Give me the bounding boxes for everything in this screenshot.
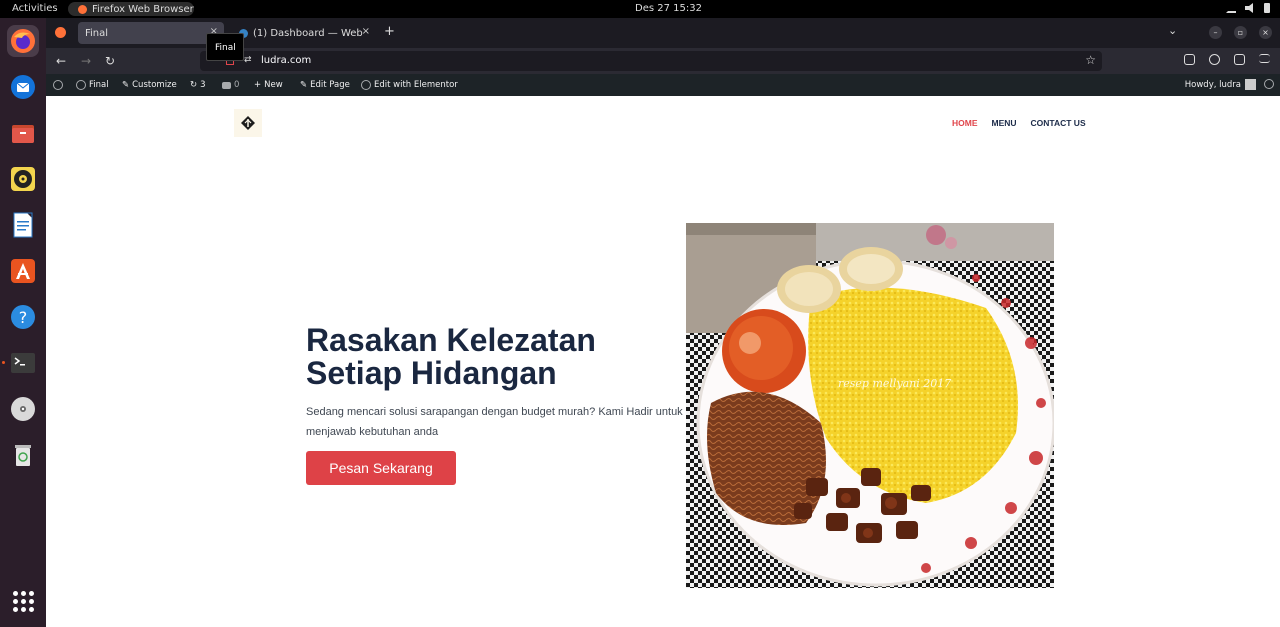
url-bar[interactable]: ⇄ ludra.com ☆ [200,51,1102,71]
app-menu[interactable]: Firefox Web Browser [68,2,194,16]
hero-title: Rasakan Kelezatan Setiap Hidangan [306,324,666,390]
running-indicator [2,361,5,364]
activities-button[interactable]: Activities [12,3,58,14]
updates-icon: ↻ [190,80,198,90]
restore-icon[interactable]: ▫ [1234,26,1247,39]
nav-contact-us[interactable]: CONTACT US [1031,118,1086,128]
tab-tooltip: Final [206,33,244,61]
dashboard-icon [76,80,86,90]
firefox-view-icon[interactable] [55,27,66,38]
files-icon[interactable] [7,117,39,149]
svg-text:?: ? [19,308,28,327]
avatar [1245,79,1256,90]
list-tabs-chevron-icon[interactable]: ⌄ [1168,24,1177,37]
hero-food-image: resep mellyani 2017 [686,223,1054,588]
wp-new[interactable]: + New [254,80,283,90]
toolbar-icons [1184,54,1270,65]
site-logo[interactable] [234,109,262,137]
hero-title-line2: Setiap Hidangan [306,355,557,391]
order-now-button[interactable]: Pesan Sekarang [306,451,456,485]
edit-elementor-label: Edit with Elementor [374,80,458,90]
trash-icon[interactable] [7,439,39,471]
reload-icon[interactable]: ↻ [105,54,115,68]
hero-subtitle: Sedang mencari solusi sarapangan dengan … [306,406,683,438]
app-name: Firefox Web Browser [92,3,194,15]
show-apps-icon[interactable] [13,591,34,612]
battery-icon[interactable] [1264,3,1270,13]
app-center-icon[interactable] [7,255,39,287]
volume-icon[interactable] [1245,3,1253,13]
tab-close-icon[interactable]: × [362,26,370,37]
hamburger-menu-icon[interactable] [1259,54,1270,63]
wp-customize[interactable]: ✎ Customize [122,80,177,90]
updates-count: 3 [200,80,206,90]
tab-label: (1) Dashboard — Webmi [253,27,363,39]
tab-label: Final [85,27,109,39]
edit-page-label: Edit Page [310,80,350,90]
back-icon[interactable]: ← [56,54,66,68]
comments-count: 0 [234,80,240,90]
pencil-icon: ✎ [300,80,308,90]
comment-icon [222,81,231,89]
nav-home[interactable]: HOME [952,118,978,128]
customize-label: Customize [132,80,177,90]
website-page: HOME MENU CONTACT US Rasakan Kelezatan S… [46,96,1280,627]
logo-mark-icon [241,116,255,130]
search-icon[interactable] [1264,79,1274,89]
window-controls: – ▫ × [1209,26,1272,39]
tab-dashboard[interactable]: (1) Dashboard — Webmi × [232,22,376,44]
new-tab-button[interactable]: + [384,24,395,39]
help-icon[interactable]: ? [7,301,39,333]
wp-my-account[interactable]: Howdy, ludra [1185,79,1256,90]
thunderbird-icon[interactable] [7,71,39,103]
close-window-icon[interactable]: × [1259,26,1272,39]
terminal-icon[interactable] [7,347,39,379]
site-name-label: Final [89,80,109,90]
bookmark-star-icon[interactable]: ☆ [1085,53,1096,67]
pocket-icon[interactable] [1184,54,1195,65]
firefox-small-icon [78,4,87,14]
forward-icon[interactable]: → [81,54,91,68]
howdy-label: Howdy, ludra [1184,79,1241,90]
plus-icon: + [254,80,262,90]
new-label: New [264,80,283,90]
wp-updates[interactable]: ↻ 3 [190,80,206,90]
main-nav: HOME MENU CONTACT US [952,118,1086,128]
wordpress-logo-icon[interactable] [53,80,63,90]
clock[interactable]: Des 27 15:32 [635,3,702,14]
writer-icon[interactable] [7,209,39,241]
system-tray[interactable] [1226,3,1270,13]
elementor-icon [361,80,371,90]
url-text[interactable]: ludra.com [261,55,311,66]
extensions-icon[interactable] [1234,54,1245,65]
nav-menu[interactable]: MENU [992,118,1017,128]
tab-final[interactable]: Final × [78,22,224,44]
brush-icon: ✎ [122,80,130,90]
image-watermark: resep mellyani 2017 [838,377,951,390]
wp-edit-elementor[interactable]: Edit with Elementor [361,80,458,90]
hero-title-line1: Rasakan Kelezatan [306,322,596,358]
disc-icon[interactable] [7,393,39,425]
wp-admin-bar: Final ✎ Customize ↻ 3 0 + New ✎ Edit Page Ed… [46,74,1280,96]
firefox-icon[interactable] [7,25,39,57]
account-icon[interactable] [1209,54,1220,65]
dock: ? [0,18,46,627]
network-icon[interactable] [1226,3,1236,13]
wp-edit-page[interactable]: ✎ Edit Page [300,80,350,90]
minimize-icon[interactable]: – [1209,26,1222,39]
system-top-bar: Activities Firefox Web Browser Des 27 15… [0,0,1280,18]
rhythmbox-icon[interactable] [7,163,39,195]
wp-site-name[interactable]: Final [76,80,109,90]
wp-comments[interactable]: 0 [222,80,239,90]
permissions-icon[interactable]: ⇄ [244,55,252,65]
